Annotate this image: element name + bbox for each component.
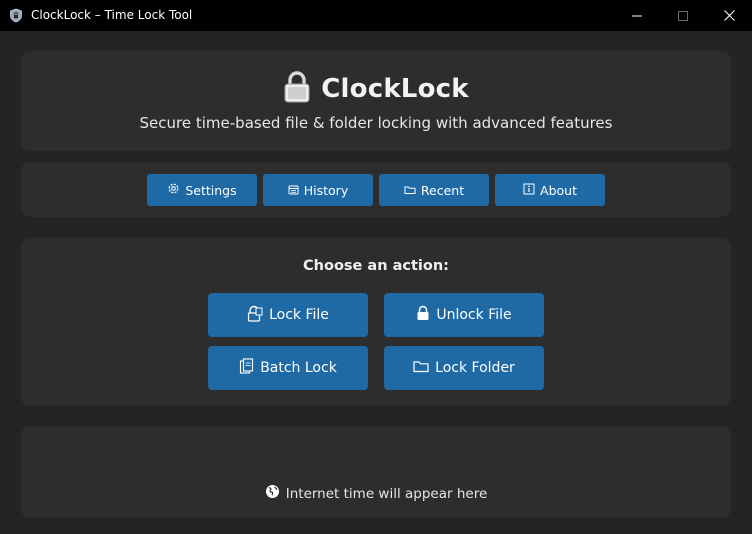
lock-file-label: Lock File (269, 307, 329, 323)
lock-file-button[interactable]: Lock File (208, 293, 368, 337)
batch-lock-label: Batch Lock (260, 360, 337, 376)
header-panel: ClockLock Secure time-based file & folde… (21, 51, 731, 151)
globe-icon (265, 484, 280, 503)
folder-icon (413, 359, 429, 377)
shield-lock-icon (9, 8, 23, 23)
internet-time-status: Internet time will appear here (21, 484, 731, 503)
lock-folder-button[interactable]: Lock Folder (384, 346, 544, 390)
lock-folder-label: Lock Folder (435, 360, 515, 376)
info-icon (523, 183, 535, 198)
unlock-file-button[interactable]: Unlock File (384, 293, 544, 337)
title-bar: ClockLock – Time Lock Tool (0, 0, 752, 31)
padlock-icon (283, 70, 311, 108)
gear-icon (167, 182, 180, 198)
maximize-button[interactable] (660, 0, 706, 31)
recent-label: Recent (420, 182, 465, 198)
history-label: History (303, 182, 349, 198)
settings-button[interactable]: Settings (147, 174, 257, 206)
settings-label: Settings (185, 182, 237, 198)
recent-button[interactable]: Recent (379, 174, 489, 206)
about-button[interactable]: About (495, 174, 605, 206)
minimize-button[interactable] (614, 0, 660, 31)
unlock-icon (416, 305, 430, 325)
history-button[interactable]: History (263, 174, 373, 206)
app-name: ClockLock (321, 74, 469, 104)
batch-files-icon (239, 358, 254, 378)
internet-time-label: Internet time will appear here (285, 485, 488, 502)
about-label: About (540, 182, 577, 198)
tagline: Secure time-based file & folder locking … (139, 114, 613, 132)
time-panel: Internet time will appear here (21, 426, 731, 518)
nav-panel: Settings History Recent About (21, 162, 731, 217)
lock-file-icon (247, 305, 263, 326)
close-button[interactable] (706, 0, 752, 31)
batch-lock-button[interactable]: Batch Lock (208, 346, 368, 390)
actions-panel: Choose an action: Lock File Unlock File (21, 238, 731, 406)
history-icon (288, 183, 299, 198)
unlock-file-label: Unlock File (436, 307, 512, 323)
folder-icon (404, 183, 416, 198)
window-title: ClockLock – Time Lock Tool (31, 8, 193, 22)
brand: ClockLock (21, 71, 731, 107)
choose-action-heading: Choose an action: (303, 258, 449, 274)
